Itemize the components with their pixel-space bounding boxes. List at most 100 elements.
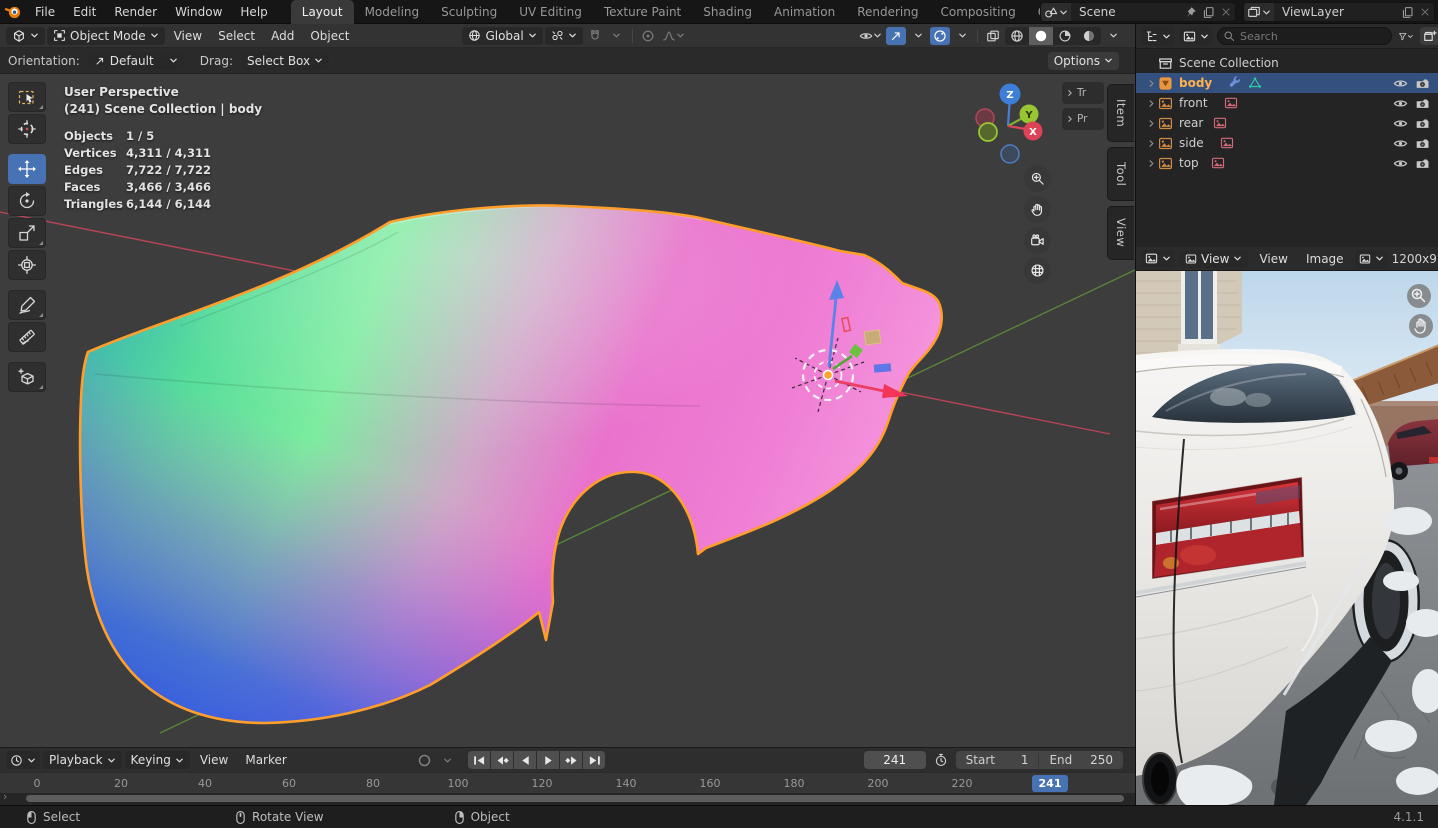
expand-icon[interactable] <box>1144 79 1158 88</box>
image-zoom-button[interactable] <box>1407 284 1431 308</box>
menu-object[interactable]: Object <box>303 29 356 43</box>
outliner-editor-type-button[interactable] <box>1141 27 1175 45</box>
jump-to-start-button[interactable] <box>468 751 491 769</box>
tool-annotate[interactable] <box>8 290 46 320</box>
menu-marker[interactable]: Marker <box>238 753 293 767</box>
tab-shading[interactable]: Shading <box>692 0 763 24</box>
prev-keyframe-button[interactable] <box>491 751 514 769</box>
timeline-editor-type-button[interactable] <box>6 751 40 769</box>
modifier-wrench-icon[interactable] <box>1228 76 1242 90</box>
gizmo-dropdown[interactable] <box>908 27 928 45</box>
tab-texture-paint[interactable]: Texture Paint <box>593 0 692 24</box>
menu-select[interactable]: Select <box>211 29 262 43</box>
tool-transform[interactable] <box>8 250 46 280</box>
drag-value-dropdown[interactable]: Select Box <box>240 51 330 70</box>
outliner-row-rear[interactable]: rear <box>1136 113 1438 133</box>
menu-help[interactable]: Help <box>231 5 276 19</box>
tool-rotate[interactable] <box>8 186 46 216</box>
playback-menu[interactable]: Playback <box>43 751 122 769</box>
display-mode-dropdown[interactable] <box>1179 27 1213 45</box>
sidebar-tab-item[interactable]: Item <box>1107 84 1134 142</box>
mesh-data-icon[interactable] <box>1248 76 1262 90</box>
tool-cursor[interactable] <box>8 114 46 144</box>
start-frame-field[interactable]: Start 1 <box>956 753 1039 767</box>
outliner-row-body[interactable]: body <box>1136 73 1438 93</box>
shading-solid-button[interactable] <box>1029 26 1053 45</box>
play-button[interactable] <box>537 751 560 769</box>
proportional-edit-toggle[interactable] <box>638 27 658 45</box>
image-data-icon[interactable] <box>1211 156 1225 170</box>
gizmo-plane-y[interactable] <box>863 329 882 346</box>
render-visibility-icon[interactable] <box>1415 136 1430 151</box>
expand-icon[interactable] <box>1144 119 1158 128</box>
perspective-toggle-button[interactable] <box>1024 257 1051 284</box>
options-dropdown[interactable]: Options <box>1047 51 1119 70</box>
tab-rendering[interactable]: Rendering <box>846 0 929 24</box>
remove-viewlayer-icon[interactable] <box>1416 6 1434 18</box>
mode-dropdown[interactable]: Object Mode <box>47 26 165 45</box>
tab-sculpting[interactable]: Sculpting <box>430 0 508 24</box>
auto-keying-toggle[interactable] <box>414 751 434 769</box>
axis-negative-y-ball[interactable] <box>978 122 998 142</box>
navigation-gizmo[interactable]: Z Y X <box>975 83 1043 164</box>
show-gizmo-toggle[interactable] <box>886 26 906 45</box>
menu-image[interactable]: Image <box>1299 252 1351 266</box>
tab-animation[interactable]: Animation <box>763 0 846 24</box>
menu-add[interactable]: Add <box>264 29 301 43</box>
jump-to-end-button[interactable] <box>583 751 606 769</box>
outliner-row-top[interactable]: top <box>1136 153 1438 173</box>
new-collection-button[interactable] <box>1420 27 1438 45</box>
outliner-search-input[interactable] <box>1217 27 1392 45</box>
snap-toggle[interactable] <box>585 27 605 45</box>
timeline-ruler[interactable]: 0 20 40 60 80 100 120 140 160 180 200 22… <box>0 772 1135 793</box>
object-name[interactable]: front <box>1179 96 1208 110</box>
auto-keying-dropdown[interactable] <box>437 751 457 769</box>
gizmo-plane-z[interactable] <box>873 363 892 373</box>
shading-rendered-button[interactable] <box>1077 27 1101 45</box>
shading-dropdown[interactable] <box>1103 27 1123 45</box>
viewlayer-browse-button[interactable] <box>1244 3 1274 21</box>
playhead-badge[interactable]: 241 <box>1032 775 1068 792</box>
object-name[interactable]: body <box>1179 76 1212 90</box>
transform-orientation-dropdown[interactable]: Global <box>462 26 543 45</box>
next-keyframe-button[interactable] <box>560 751 583 769</box>
zoom-button[interactable] <box>1024 165 1051 192</box>
object-name[interactable]: rear <box>1179 116 1203 130</box>
editor-type-button[interactable] <box>6 26 45 45</box>
pin-scene-icon[interactable] <box>1181 6 1199 19</box>
play-reverse-button[interactable] <box>514 751 537 769</box>
show-overlays-toggle[interactable] <box>930 26 950 45</box>
tool-add-cube[interactable] <box>8 362 46 392</box>
outliner-row-front[interactable]: front <box>1136 93 1438 113</box>
outliner-row-side[interactable]: side <box>1136 133 1438 153</box>
unlink-scene-icon[interactable] <box>1217 6 1235 18</box>
snap-settings-dropdown[interactable] <box>607 27 627 45</box>
sidebar-tab-tool[interactable]: Tool <box>1107 147 1134 201</box>
scene-browse-button[interactable] <box>1041 3 1071 21</box>
tab-uv-editing[interactable]: UV Editing <box>508 0 593 24</box>
image-data-icon[interactable] <box>1220 136 1234 150</box>
timeline-scrollbar[interactable] <box>26 795 1124 802</box>
image-data-icon[interactable] <box>1213 116 1227 130</box>
render-visibility-icon[interactable] <box>1415 96 1430 111</box>
falloff-dropdown[interactable] <box>660 27 687 45</box>
render-visibility-icon[interactable] <box>1415 156 1430 171</box>
hide-eye-icon[interactable] <box>1393 156 1408 171</box>
hide-eye-icon[interactable] <box>1393 136 1408 151</box>
hide-eye-icon[interactable] <box>1393 96 1408 111</box>
preview-range-toggle[interactable] <box>931 751 951 769</box>
render-visibility-icon[interactable] <box>1415 116 1430 131</box>
menu-file[interactable]: File <box>26 5 64 19</box>
reference-photo[interactable] <box>1136 271 1438 805</box>
end-frame-field[interactable]: End 250 <box>1039 753 1123 767</box>
viewport-3d[interactable]: Z Y X User Perspective (241) Scene Colle… <box>0 74 1135 747</box>
tool-move[interactable] <box>8 154 46 184</box>
sidebar-tab-view[interactable]: View <box>1107 206 1134 260</box>
expand-icon[interactable] <box>1144 159 1158 168</box>
new-scene-icon[interactable] <box>1199 6 1217 19</box>
hide-eye-icon[interactable] <box>1393 76 1408 91</box>
pivot-point-dropdown[interactable] <box>544 26 583 45</box>
menu-view[interactable]: View <box>193 753 235 767</box>
object-name[interactable]: top <box>1179 156 1199 170</box>
overlays-dropdown[interactable] <box>952 27 972 45</box>
